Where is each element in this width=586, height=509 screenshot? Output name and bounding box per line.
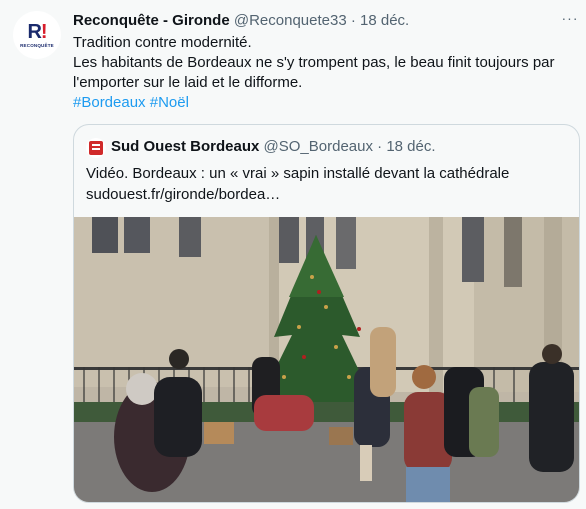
tweet-text: Tradition contre modernité. Les habitant… <box>73 33 573 113</box>
tweet-text-line: l'emporter sur le laid et le difforme. <box>73 74 303 91</box>
tweet-header: Reconquête - Gironde @Reconquete33 · 18 … <box>73 12 409 29</box>
tweet-date[interactable]: 18 déc. <box>360 12 409 29</box>
reconquete-logo: R! <box>27 21 47 43</box>
quoted-author-handle[interactable]: @SO_Bordeaux <box>264 138 373 155</box>
quoted-link[interactable]: sudouest.fr/gironde/bordea… <box>86 184 566 205</box>
author-avatar[interactable]: R! RECONQUÊTE <box>13 11 61 59</box>
tweet-text-line: Les habitants de Bordeaux ne s'y trompen… <box>73 54 555 71</box>
quoted-text-line: Vidéo. Bordeaux : un « vrai » sapin inst… <box>86 165 510 182</box>
tweet-text-line: Tradition contre modernité. <box>73 34 252 51</box>
quoted-tweet-date[interactable]: 18 déc. <box>386 138 435 155</box>
author-name[interactable]: Reconquête - Gironde <box>73 12 230 29</box>
quoted-tweet-text: Vidéo. Bordeaux : un « vrai » sapin inst… <box>86 163 566 205</box>
header-separator: · <box>350 12 356 29</box>
quoted-header-separator: · <box>377 138 383 155</box>
avatar-logo-text: RECONQUÊTE <box>20 43 54 48</box>
media-photo[interactable] <box>74 217 579 502</box>
quoted-tweet[interactable]: Sud Ouest Bordeaux @SO_Bordeaux · 18 déc… <box>73 124 580 503</box>
quoted-author-name[interactable]: Sud Ouest Bordeaux <box>111 138 259 155</box>
tweet-card[interactable]: R! RECONQUÊTE Reconquête - Gironde @Reco… <box>0 0 586 509</box>
author-handle[interactable]: @Reconquete33 <box>234 12 347 29</box>
more-options-icon[interactable]: ··· <box>560 10 580 30</box>
sud-ouest-logo <box>89 141 103 155</box>
tweet-hashtags[interactable]: #Bordeaux #Noël <box>73 93 573 113</box>
quoted-author-avatar[interactable] <box>86 138 106 158</box>
quoted-tweet-header: Sud Ouest Bordeaux @SO_Bordeaux · 18 déc… <box>111 138 436 155</box>
